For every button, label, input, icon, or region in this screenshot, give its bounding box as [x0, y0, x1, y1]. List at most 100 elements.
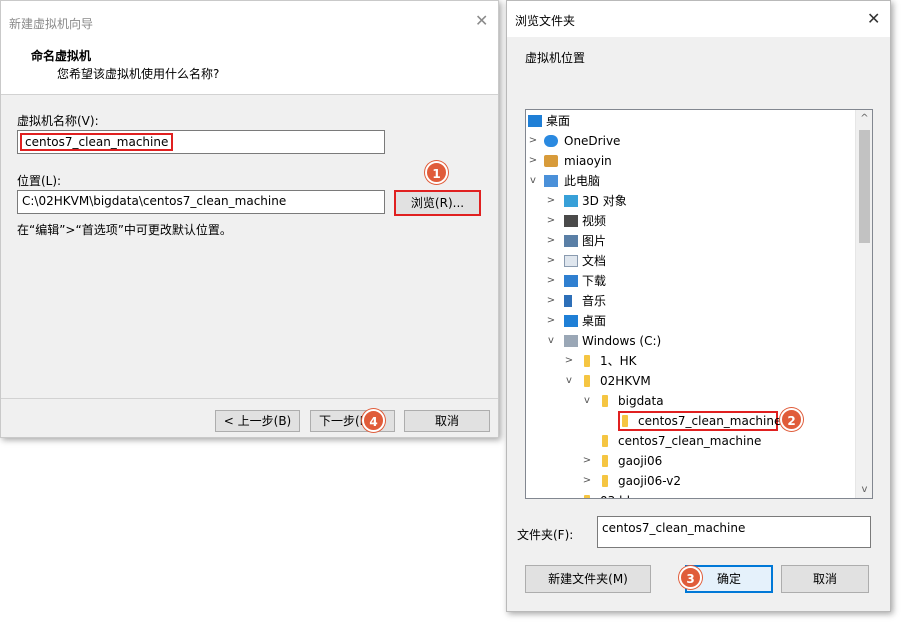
- back-button[interactable]: < 上一步(B): [215, 410, 300, 432]
- tree-item[interactable]: > 下载: [526, 271, 856, 291]
- tree-item-label: 此电脑: [564, 174, 601, 188]
- tree-item-selected[interactable]: centos7_clean_machine: [618, 411, 782, 431]
- wizard-title: 新建虚拟机向导: [9, 17, 94, 31]
- chevron-right-icon[interactable]: >: [564, 351, 574, 371]
- browse-button[interactable]: 浏览(R)...: [394, 190, 481, 216]
- documents-icon: [564, 255, 578, 267]
- downloads-icon: [564, 275, 578, 287]
- tree-item[interactable]: > 图片: [526, 231, 856, 251]
- tree-item-label: gaoji06-v2: [618, 474, 681, 488]
- vm-name-field[interactable]: centos7_clean_machine: [17, 130, 385, 154]
- new-folder-button[interactable]: 新建文件夹(M): [525, 565, 651, 593]
- chevron-right-icon[interactable]: >: [546, 231, 556, 251]
- tree-scrollbar[interactable]: ^ v: [855, 110, 872, 498]
- wizard-close-icon[interactable]: ✕: [475, 11, 488, 30]
- folder-icon: [602, 455, 608, 467]
- chevron-right-icon[interactable]: >: [582, 451, 592, 471]
- chevron-right-icon[interactable]: >: [546, 271, 556, 291]
- pictures-icon: [564, 235, 578, 247]
- default-location-hint: 在“编辑”>“首选项”中可更改默认位置。: [17, 223, 232, 237]
- tree-item-label: Windows (C:): [582, 334, 662, 348]
- tree-item[interactable]: v Windows (C:): [526, 331, 856, 351]
- tree-item[interactable]: v bigdata: [526, 391, 856, 411]
- tree-item[interactable]: > 3D 对象: [526, 191, 856, 211]
- 3d-objects-icon: [564, 195, 578, 207]
- chevron-down-icon[interactable]: v: [546, 331, 556, 351]
- tree-item-label: 桌面: [546, 114, 571, 128]
- location-label: 位置(L):: [17, 174, 62, 188]
- tree-item-label: bigdata: [618, 394, 664, 408]
- wizard-footer-divider: [1, 398, 498, 399]
- tree-item-label: 图片: [582, 234, 607, 248]
- tree-item-label: centos7_clean_machine: [618, 434, 762, 448]
- tree-item[interactable]: > gaoji06-v2: [526, 471, 856, 491]
- folder-tree[interactable]: 桌面 > OneDrive > miaoyin v 此电脑 > 3D 对象 > …: [525, 109, 873, 499]
- chevron-right-icon[interactable]: >: [528, 131, 538, 151]
- drive-icon: [564, 335, 578, 347]
- tree-item[interactable]: > 音乐: [526, 291, 856, 311]
- wizard-header-subtitle: 您希望该虚拟机使用什么名称?: [57, 67, 220, 81]
- scroll-thumb[interactable]: [859, 130, 870, 243]
- browse-close-icon[interactable]: ✕: [867, 9, 880, 28]
- wizard-header-title: 命名虚拟机: [31, 49, 92, 63]
- wizard-titlebar: 新建虚拟机向导 ✕: [1, 1, 498, 37]
- tree-item[interactable]: 桌面: [526, 111, 856, 131]
- tree-item[interactable]: 03 hh: [526, 491, 856, 498]
- folder-icon: [584, 355, 590, 367]
- wizard-cancel-button[interactable]: 取消: [404, 410, 490, 432]
- tree-item[interactable]: > 1、HK: [526, 351, 856, 371]
- step-badge-4: 4: [362, 409, 385, 432]
- step-badge-2: 2: [780, 408, 803, 431]
- tree-item[interactable]: > miaoyin: [526, 151, 856, 171]
- tree-item[interactable]: centos7_clean_machine: [526, 431, 856, 451]
- videos-icon: [564, 215, 578, 227]
- step-badge-1: 1: [425, 161, 448, 184]
- user-icon: [544, 155, 558, 167]
- tree-item-label: 文档: [582, 254, 607, 268]
- tree-item[interactable]: > 文档: [526, 251, 856, 271]
- tree-item[interactable]: v 此电脑: [526, 171, 856, 191]
- new-vm-wizard-window: 新建虚拟机向导 ✕ 命名虚拟机 您希望该虚拟机使用什么名称? 虚拟机名称(V):…: [0, 0, 499, 438]
- tree-item-label: 音乐: [582, 294, 607, 308]
- tree-item-label: 视频: [582, 214, 607, 228]
- browse-titlebar: 浏览文件夹 ✕: [507, 1, 890, 37]
- tree-item[interactable]: > 视频: [526, 211, 856, 231]
- vm-name-label: 虚拟机名称(V):: [17, 114, 99, 128]
- chevron-right-icon[interactable]: >: [546, 211, 556, 231]
- chevron-right-icon[interactable]: >: [582, 471, 592, 491]
- desktop-icon: [564, 315, 578, 327]
- browse-cancel-button[interactable]: 取消: [781, 565, 869, 593]
- chevron-right-icon[interactable]: >: [546, 251, 556, 271]
- browse-folder-dialog: 浏览文件夹 ✕ 虚拟机位置 桌面 > OneDrive > miaoyin v …: [506, 0, 891, 612]
- chevron-down-icon[interactable]: v: [564, 371, 574, 391]
- location-field[interactable]: C:\02HKVM\bigdata\centos7_clean_machine: [17, 190, 385, 214]
- scroll-down-icon[interactable]: v: [856, 481, 872, 498]
- folder-name-field[interactable]: centos7_clean_machine: [597, 516, 871, 548]
- tree-item[interactable]: > OneDrive: [526, 131, 856, 151]
- chevron-down-icon[interactable]: v: [582, 391, 592, 411]
- tree-item-label: 下载: [582, 274, 607, 288]
- tree-item-label: miaoyin: [564, 154, 612, 168]
- tree-item-label: 02HKVM: [600, 374, 651, 388]
- tree-item[interactable]: > gaoji06: [526, 451, 856, 471]
- chevron-right-icon[interactable]: >: [546, 191, 556, 211]
- tree-item-label: centos7_clean_machine: [638, 414, 782, 428]
- step-badge-3: 3: [679, 566, 702, 589]
- chevron-right-icon[interactable]: >: [546, 311, 556, 331]
- computer-icon: [544, 175, 558, 187]
- folder-name-label: 文件夹(F):: [517, 528, 574, 542]
- desktop-icon: [528, 115, 542, 127]
- browse-title: 浏览文件夹: [515, 14, 576, 28]
- folder-icon: [584, 495, 590, 498]
- folder-icon: [622, 415, 628, 427]
- chevron-right-icon[interactable]: >: [546, 291, 556, 311]
- tree-item[interactable]: v 02HKVM: [526, 371, 856, 391]
- chevron-down-icon[interactable]: v: [528, 171, 538, 191]
- tree-item-label: 1、HK: [600, 354, 637, 368]
- folder-icon: [602, 435, 608, 447]
- wizard-header: 命名虚拟机 您希望该虚拟机使用什么名称?: [1, 37, 498, 95]
- chevron-right-icon[interactable]: >: [528, 151, 538, 171]
- scroll-up-icon[interactable]: ^: [856, 110, 872, 127]
- tree-item[interactable]: > 桌面: [526, 311, 856, 331]
- tree-item-label: 桌面: [582, 314, 607, 328]
